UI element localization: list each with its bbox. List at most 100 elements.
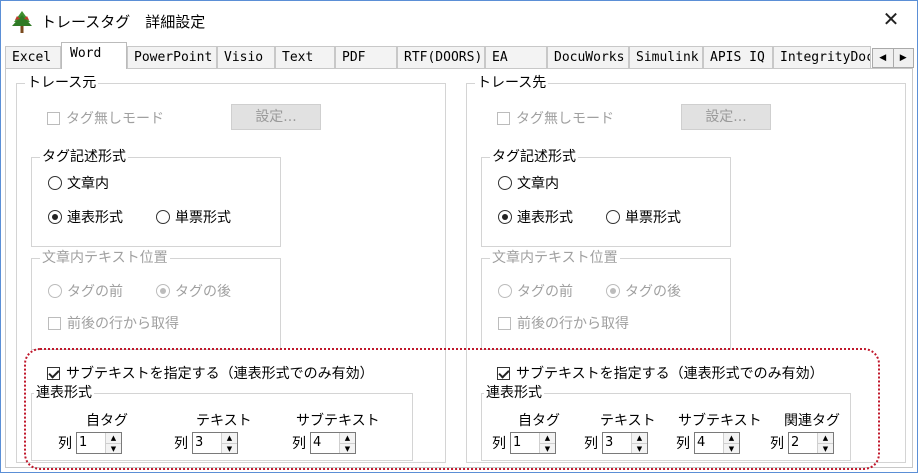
stepper-up-icon[interactable]: ▲ [340, 433, 355, 444]
tab-integritydoc[interactable]: IntegrityDoc [773, 46, 871, 68]
tab-scroll-left-icon[interactable]: ◀ [873, 49, 894, 67]
radio-label: タグの前 [67, 284, 123, 300]
tab-apis-iq[interactable]: APIS IQ [703, 46, 773, 68]
radio-label: 連表形式 [67, 210, 123, 226]
stepper-up-icon[interactable]: ▲ [222, 433, 237, 444]
stepper-value[interactable]: 3 [603, 433, 631, 453]
tab-label: RTF(DOORS) [404, 50, 483, 65]
target-subtext-checkbox[interactable]: サブテキストを指定する（連表形式でのみ有効） [497, 363, 824, 383]
source-no-tag-mode-checkbox[interactable]: タグ無しモード [47, 108, 164, 128]
target-settings-button[interactable]: 設定... [681, 104, 771, 130]
tab-rtf-doors[interactable]: RTF(DOORS) [397, 46, 485, 68]
stepper-value[interactable]: 2 [789, 433, 817, 453]
window-title: トレースタグ 詳細設定 [41, 13, 206, 31]
stepper-value[interactable]: 3 [193, 433, 221, 453]
radio-label: タグの後 [175, 284, 231, 300]
stepper-value[interactable]: 1 [511, 433, 539, 453]
source-group: トレース元 タグ無しモード 設定... タグ記述形式 文章内 連表形式 単票形式 [16, 74, 446, 463]
target-from-adjacent-checkbox[interactable]: 前後の行から取得 [498, 313, 629, 333]
target-col-header-self-tag: 自タグ [518, 413, 560, 429]
target-radio-before-tag[interactable]: タグの前 [498, 281, 573, 301]
source-col-header-self-tag: 自タグ [86, 413, 128, 429]
target-no-tag-mode-checkbox[interactable]: タグ無しモード [497, 108, 614, 128]
checkbox-box [48, 316, 61, 330]
tab-simulink[interactable]: Simulink [629, 46, 703, 68]
tab-label: EA [492, 50, 508, 65]
tab-powerpoint[interactable]: PowerPoint [127, 46, 217, 68]
col-label: 列 [584, 436, 598, 452]
radio-circle [48, 284, 62, 298]
source-text-stepper[interactable]: 3 ▲ ▼ [192, 432, 238, 454]
target-sequential-columns-group: 連表形式 自タグ テキスト サブテキスト 関連タグ 列 1 ▲ ▼ 列 3 ▲ ▼ [481, 384, 851, 461]
target-text-position-title: 文章内テキスト位置 [490, 249, 620, 267]
radio-circle [48, 210, 62, 224]
tab-scroll-buttons: ◀ ▶ [872, 48, 914, 68]
source-subtext-checkbox[interactable]: サブテキストを指定する（連表形式でのみ有効） [47, 363, 374, 383]
tab-excel[interactable]: Excel [5, 46, 61, 68]
stepper-up-icon[interactable]: ▲ [540, 433, 555, 444]
target-col-related-tag: 列 2 ▲ ▼ [770, 432, 834, 454]
source-radio-after-tag[interactable]: タグの後 [156, 281, 231, 301]
target-tag-format-title: タグ記述形式 [490, 148, 578, 166]
target-text-stepper[interactable]: 3 ▲ ▼ [602, 432, 648, 454]
source-radio-single[interactable]: 単票形式 [156, 207, 231, 227]
col-label: 列 [174, 436, 188, 452]
source-radio-before-tag[interactable]: タグの前 [48, 281, 123, 301]
checkbox-box [47, 111, 60, 125]
tab-docuworks[interactable]: DocuWorks [547, 46, 629, 68]
tab-visio[interactable]: Visio [217, 46, 275, 68]
source-group-title: トレース元 [25, 74, 99, 92]
tab-label: IntegrityDoc [780, 50, 871, 65]
stepper-value[interactable]: 1 [77, 433, 105, 453]
col-label: 列 [492, 436, 506, 452]
tab-pdf[interactable]: PDF [335, 46, 397, 68]
close-button[interactable]: ✕ [879, 7, 903, 31]
tab-label: PDF [342, 50, 366, 65]
tab-scroll-right-icon[interactable]: ▶ [894, 49, 914, 67]
source-radio-sequential[interactable]: 連表形式 [48, 207, 123, 227]
checkbox-label: サブテキストを指定する（連表形式でのみ有効） [516, 366, 824, 382]
stepper-up-icon[interactable]: ▲ [818, 433, 833, 444]
col-label: 列 [292, 436, 306, 452]
target-col-header-related-tag: 関連タグ [784, 413, 840, 429]
source-radio-in-document[interactable]: 文章内 [48, 173, 109, 193]
tab-word[interactable]: Word [61, 42, 127, 69]
stepper-value[interactable]: 4 [695, 433, 723, 453]
stepper-down-icon[interactable]: ▼ [632, 444, 647, 454]
radio-circle [606, 284, 620, 298]
tab-label: Word [70, 46, 102, 61]
radio-label: 文章内 [517, 176, 559, 192]
tab-label: Excel [12, 50, 52, 65]
target-subtext-stepper[interactable]: 4 ▲ ▼ [694, 432, 740, 454]
target-radio-single[interactable]: 単票形式 [606, 207, 681, 227]
checkbox-label: タグ無しモード [66, 111, 164, 127]
target-radio-in-document[interactable]: 文章内 [498, 173, 559, 193]
source-self-tag-stepper[interactable]: 1 ▲ ▼ [76, 432, 122, 454]
radio-label: 文章内 [67, 176, 109, 192]
tab-text[interactable]: Text [275, 46, 335, 68]
stepper-down-icon[interactable]: ▼ [724, 444, 739, 454]
source-sequential-columns-title: 連表形式 [34, 384, 94, 402]
target-radio-after-tag[interactable]: タグの後 [606, 281, 681, 301]
stepper-down-icon[interactable]: ▼ [818, 444, 833, 454]
stepper-up-icon[interactable]: ▲ [632, 433, 647, 444]
stepper-down-icon[interactable]: ▼ [540, 444, 555, 454]
target-related-tag-stepper[interactable]: 2 ▲ ▼ [788, 432, 834, 454]
stepper-up-icon[interactable]: ▲ [724, 433, 739, 444]
target-self-tag-stepper[interactable]: 1 ▲ ▼ [510, 432, 556, 454]
col-label: 列 [770, 436, 784, 452]
stepper-down-icon[interactable]: ▼ [106, 444, 121, 454]
radio-circle [156, 284, 170, 298]
radio-label: 連表形式 [517, 210, 573, 226]
source-from-adjacent-checkbox[interactable]: 前後の行から取得 [48, 313, 179, 333]
source-subtext-stepper[interactable]: 4 ▲ ▼ [310, 432, 356, 454]
stepper-up-icon[interactable]: ▲ [106, 433, 121, 444]
target-col-text: 列 3 ▲ ▼ [584, 432, 648, 454]
stepper-value[interactable]: 4 [311, 433, 339, 453]
target-radio-sequential[interactable]: 連表形式 [498, 207, 573, 227]
stepper-down-icon[interactable]: ▼ [340, 444, 355, 454]
source-settings-button[interactable]: 設定... [231, 104, 321, 130]
tab-ea[interactable]: EA [485, 46, 547, 68]
checkbox-box [47, 366, 60, 380]
stepper-down-icon[interactable]: ▼ [222, 444, 237, 454]
